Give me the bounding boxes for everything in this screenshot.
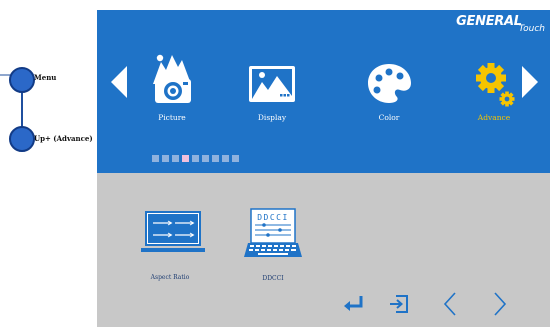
menu-item-color[interactable]: Color — [354, 50, 424, 130]
display-icon — [249, 66, 295, 102]
picture-icon — [153, 54, 191, 103]
menu-hardware-button[interactable] — [9, 67, 35, 93]
submenu-panel: Aspect Ratio DDCCI DDCCI — [97, 173, 550, 327]
brand-logo: GENERALTouch — [456, 14, 545, 34]
page-dot — [202, 155, 209, 162]
submenu-item-ddcci[interactable]: DDCCI DDCCI — [238, 207, 308, 283]
enter-icon[interactable] — [341, 293, 367, 313]
page-dot — [162, 155, 169, 162]
up-advance-button-label: Up+ (Advance) — [34, 134, 93, 143]
submenu-item-aspect-ratio[interactable]: Aspect Ratio — [135, 209, 205, 281]
menu-item-picture[interactable]: Picture — [137, 50, 207, 130]
svg-text:DDCCI: DDCCI — [257, 213, 289, 222]
main-menu-panel: GENERALTouch Picture Display Color Advan… — [97, 10, 550, 173]
menu-item-advance[interactable]: Advance — [459, 50, 529, 130]
chevron-left-icon[interactable] — [442, 291, 458, 317]
scroll-left-arrow[interactable] — [111, 66, 127, 98]
page-dot — [232, 155, 239, 162]
exit-icon[interactable] — [389, 293, 413, 315]
page-dot — [172, 155, 179, 162]
page-dot-active — [182, 155, 189, 162]
menu-button-label: Menu — [34, 73, 57, 82]
ddcci-icon: DDCCI — [244, 208, 302, 257]
color-palette-icon — [368, 64, 411, 103]
chevron-right-icon[interactable] — [492, 291, 508, 317]
scroll-right-arrow[interactable] — [522, 66, 538, 98]
up-advance-hardware-button[interactable] — [9, 126, 35, 152]
menu-item-display[interactable]: Display — [237, 50, 307, 130]
page-dot — [222, 155, 229, 162]
page-dot — [152, 155, 159, 162]
aspect-ratio-icon — [141, 211, 205, 252]
page-dot — [212, 155, 219, 162]
osd-menu: GENERALTouch Picture Display Color Advan… — [97, 10, 550, 327]
gear-icon — [476, 63, 515, 107]
page-dot — [192, 155, 199, 162]
